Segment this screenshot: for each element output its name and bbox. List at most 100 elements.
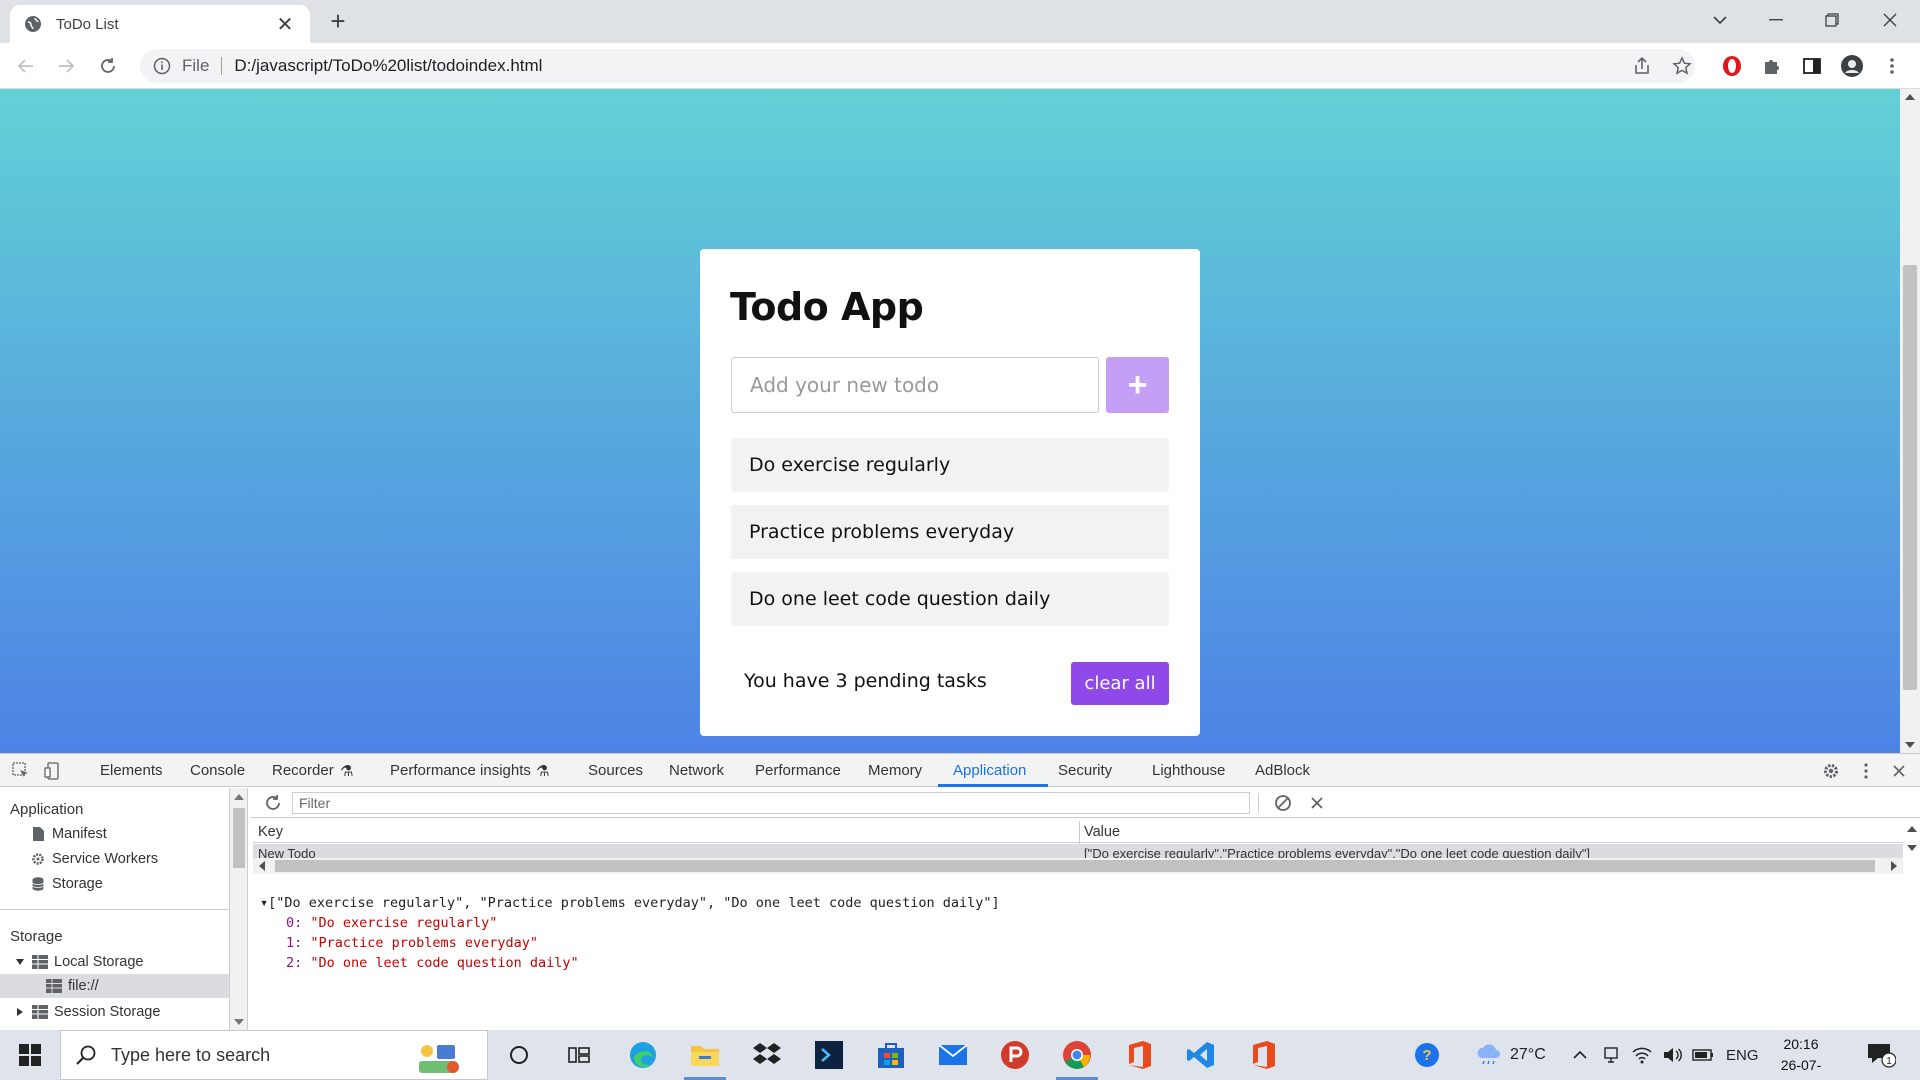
opera-extension-icon[interactable]	[1720, 54, 1744, 78]
volume-icon[interactable]	[1662, 1030, 1682, 1080]
todo-input[interactable]	[731, 357, 1099, 413]
sidebar-item-file-origin[interactable]: file://	[46, 978, 99, 994]
device-tray-icon[interactable]	[1602, 1030, 1620, 1080]
scroll-up-arrow-icon[interactable]	[1907, 826, 1917, 832]
value-column-header[interactable]: Value	[1084, 824, 1120, 840]
scroll-down-arrow-icon[interactable]	[234, 1019, 244, 1025]
taskbar-app-powershell[interactable]	[800, 1030, 858, 1080]
tab-elements[interactable]: Elements	[100, 762, 163, 779]
share-icon[interactable]	[1630, 54, 1654, 78]
devtools-menu-icon[interactable]	[1855, 760, 1877, 782]
tab-recorder[interactable]: Recorder	[272, 762, 334, 779]
table-vertical-scrollbar[interactable]	[1905, 821, 1919, 859]
taskbar-app-store[interactable]	[862, 1030, 920, 1080]
tab-lighthouse[interactable]: Lighthouse	[1152, 762, 1225, 779]
sidebar-item-local-storage[interactable]: Local Storage	[14, 954, 143, 970]
scroll-right-arrow-icon[interactable]	[1891, 861, 1897, 871]
taskbar-app-file-explorer[interactable]	[676, 1030, 734, 1080]
tab-performance-insights[interactable]: Performance insights	[390, 762, 531, 779]
sidebar-item-service-workers[interactable]: Service Workers	[30, 851, 158, 867]
battery-icon[interactable]	[1692, 1030, 1714, 1080]
show-hidden-icons-chevron-icon[interactable]	[1572, 1030, 1588, 1080]
todo-item[interactable]: Practice problems everyday	[731, 505, 1169, 559]
taskbar-app-office-2[interactable]	[1234, 1030, 1292, 1080]
scroll-down-arrow-icon[interactable]	[1905, 742, 1915, 748]
scrollbar-thumb[interactable]	[233, 808, 245, 868]
tab-adblock[interactable]: AdBlock	[1255, 762, 1310, 779]
filter-input[interactable]	[292, 792, 1250, 814]
window-close-button[interactable]	[1866, 0, 1914, 40]
wifi-icon[interactable]	[1632, 1030, 1652, 1080]
inspect-element-icon[interactable]	[10, 760, 32, 782]
sidebar-item-storage[interactable]: Storage	[30, 876, 103, 892]
address-bar[interactable]: File D:/javascript/ToDo%20list/todoindex…	[140, 49, 1695, 83]
tab-application[interactable]: Application	[953, 762, 1026, 779]
taskbar-app-office[interactable]	[1110, 1030, 1168, 1080]
clear-all-storage-icon[interactable]	[1274, 794, 1292, 812]
refresh-icon[interactable]	[264, 794, 282, 812]
reload-button[interactable]	[94, 52, 122, 80]
language-indicator[interactable]: ENG	[1726, 1030, 1759, 1080]
tab-performance[interactable]: Performance	[755, 762, 841, 779]
new-tab-button[interactable]: +	[324, 8, 352, 36]
todo-item[interactable]: Do exercise regularly	[731, 438, 1169, 492]
scrollbar-thumb[interactable]	[275, 860, 1875, 872]
expand-down-icon[interactable]	[14, 954, 26, 970]
settings-gear-icon[interactable]	[1820, 760, 1842, 782]
tab-console[interactable]: Console	[190, 762, 245, 779]
taskbar-app-chrome[interactable]	[1048, 1030, 1106, 1080]
tab-memory[interactable]: Memory	[868, 762, 922, 779]
devtools-close-icon[interactable]	[1888, 760, 1910, 782]
sidebar-item-session-storage[interactable]: Session Storage	[14, 1004, 160, 1020]
weather-widget[interactable]: 27°C	[1474, 1030, 1546, 1080]
taskbar-app-mail[interactable]	[924, 1030, 982, 1080]
scroll-up-arrow-icon[interactable]	[1905, 94, 1915, 100]
taskbar-app-p-launcher[interactable]	[986, 1030, 1044, 1080]
taskbar-app-vscode[interactable]	[1172, 1030, 1230, 1080]
browser-tab[interactable]: ToDo List ✕	[10, 5, 310, 43]
back-button[interactable]	[12, 52, 40, 80]
delete-selected-icon[interactable]	[1308, 794, 1326, 812]
start-button[interactable]	[0, 1030, 60, 1080]
device-toolbar-icon[interactable]	[42, 760, 64, 782]
tab-close-icon[interactable]: ✕	[274, 12, 296, 37]
scrollbar-thumb[interactable]	[1903, 265, 1917, 690]
notification-center-icon[interactable]: 1	[1866, 1030, 1896, 1080]
info-icon[interactable]	[152, 56, 172, 76]
help-icon[interactable]: ?	[1414, 1030, 1440, 1080]
clear-all-button[interactable]: clear all	[1071, 662, 1169, 705]
taskbar-search-box[interactable]: Type here to search	[60, 1030, 488, 1080]
table-horizontal-scrollbar[interactable]	[253, 858, 1903, 874]
scroll-up-arrow-icon[interactable]	[234, 794, 244, 800]
sidebar-scrollbar[interactable]	[230, 788, 248, 1031]
key-column-header[interactable]: Key	[258, 824, 283, 840]
expand-right-icon[interactable]	[14, 1004, 26, 1020]
chrome-menu-icon[interactable]	[1880, 54, 1904, 78]
cortana-button[interactable]	[490, 1030, 548, 1080]
extensions-puzzle-icon[interactable]	[1760, 54, 1784, 78]
forward-button[interactable]	[52, 52, 80, 80]
todo-item[interactable]: Do one leet code question daily	[731, 572, 1169, 626]
restore-button[interactable]	[1808, 0, 1856, 40]
scroll-down-arrow-icon[interactable]	[1907, 845, 1917, 851]
sidebar-item-manifest[interactable]: Manifest	[30, 826, 107, 842]
taskbar-app-dropbox[interactable]	[738, 1030, 796, 1080]
taskbar-app-edge[interactable]	[614, 1030, 672, 1080]
collapse-triangle-icon[interactable]: ▾	[260, 895, 268, 911]
task-view-button[interactable]	[550, 1030, 608, 1080]
taskbar-clock[interactable]: 20:16 26-07-2022	[1766, 1034, 1836, 1080]
page-scrollbar[interactable]	[1900, 89, 1920, 753]
tab-network[interactable]: Network	[669, 762, 724, 779]
side-panel-icon[interactable]	[1800, 54, 1824, 78]
preview-summary-row[interactable]: ▾["Do exercise regularly", "Practice pro…	[260, 893, 1000, 913]
tab-security[interactable]: Security	[1058, 762, 1112, 779]
bookmark-star-icon[interactable]	[1670, 54, 1694, 78]
tab-search-icon[interactable]	[1696, 0, 1744, 40]
table-row[interactable]: New Todo ["Do exercise regularly","Pract…	[253, 844, 1903, 858]
scroll-left-arrow-icon[interactable]	[259, 861, 265, 871]
add-todo-button[interactable]: +	[1106, 357, 1169, 413]
minimize-button[interactable]	[1752, 0, 1800, 40]
url-text[interactable]: D:/javascript/ToDo%20list/todoindex.html	[234, 56, 542, 76]
profile-avatar[interactable]	[1840, 54, 1864, 78]
tab-sources[interactable]: Sources	[588, 762, 643, 779]
